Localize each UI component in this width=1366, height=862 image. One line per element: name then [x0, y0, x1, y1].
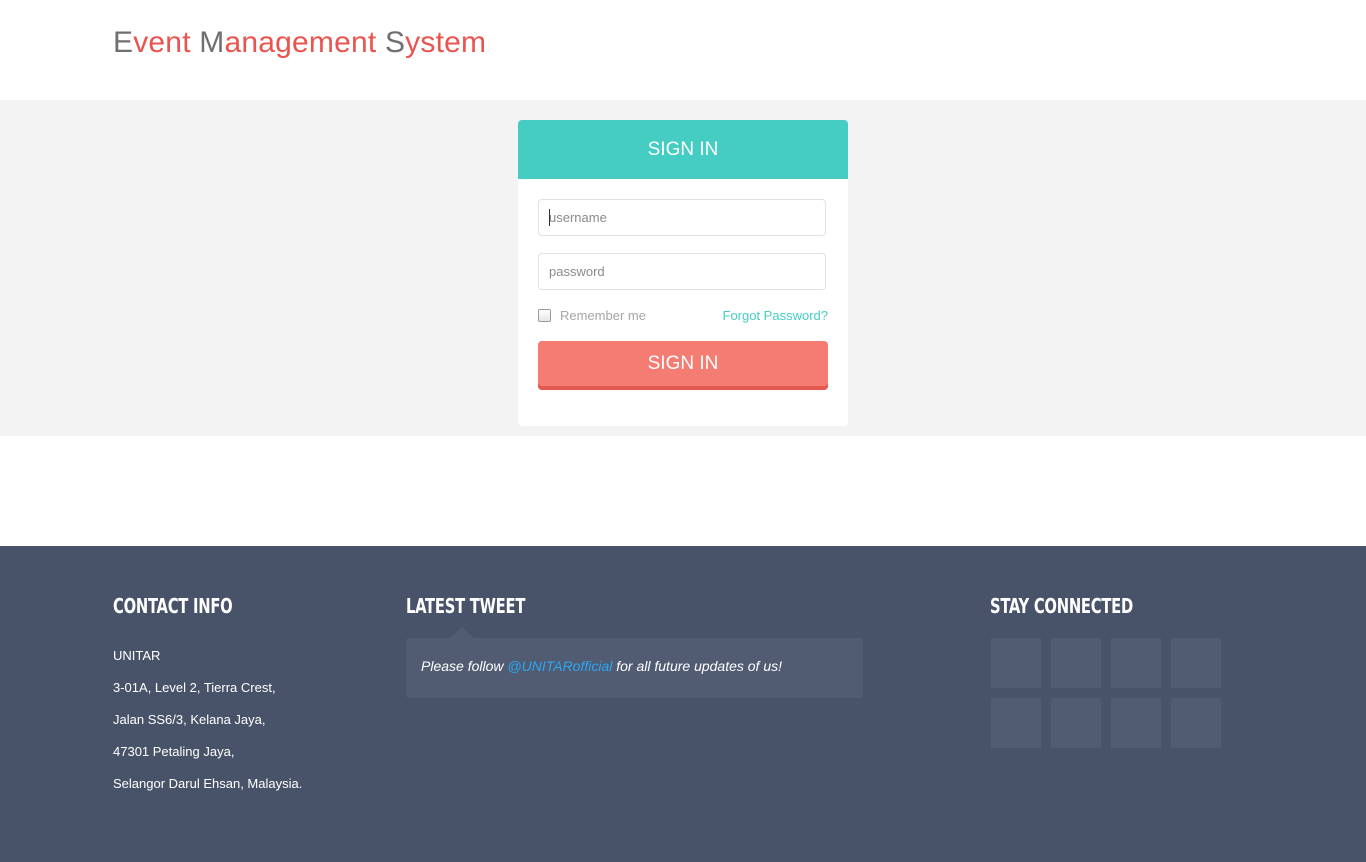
brand-initial: S	[384, 26, 406, 59]
site-header: Event Management System	[0, 0, 1366, 100]
login-heading: SIGN IN	[518, 120, 848, 179]
brand-initial: M	[199, 26, 225, 59]
login-panel: SIGN IN Remember me Forgot Password? SIG…	[518, 120, 848, 426]
password-input[interactable]	[538, 253, 826, 290]
social-link-tile[interactable]	[991, 638, 1041, 688]
contact-line: Selangor Darul Ehsan, Malaysia.	[113, 776, 303, 791]
brand-word-rest: ystem	[405, 26, 487, 59]
latest-tweet-heading: LATEST TWEET	[406, 594, 526, 618]
social-link-tile[interactable]	[991, 698, 1041, 748]
remember-me-checkbox[interactable]	[538, 309, 551, 322]
social-link-tile[interactable]	[1171, 698, 1221, 748]
tweet-text-after: for all future updates of us!	[612, 658, 783, 674]
site-brand-title[interactable]: Event Management System	[113, 26, 486, 60]
tweet-handle-link[interactable]: @UNITARofficial	[507, 658, 612, 674]
login-band: SIGN IN Remember me Forgot Password? SIG…	[0, 100, 1366, 436]
social-links-grid	[991, 638, 1221, 748]
contact-line: Jalan SS6/3, Kelana Jaya,	[113, 712, 266, 727]
forgot-password-link[interactable]: Forgot Password?	[723, 308, 829, 323]
brand-initial: E	[113, 26, 134, 59]
brand-word-rest: vent	[133, 26, 191, 59]
social-link-tile[interactable]	[1171, 638, 1221, 688]
social-link-tile[interactable]	[1051, 638, 1101, 688]
brand-word-rest: anagement	[224, 26, 377, 59]
contact-info-heading: CONTACT INFO	[113, 594, 233, 618]
contact-line: 3-01A, Level 2, Tierra Crest,	[113, 680, 276, 695]
social-link-tile[interactable]	[1111, 638, 1161, 688]
sign-in-button[interactable]: SIGN IN	[538, 341, 828, 390]
contact-line: UNITAR	[113, 648, 161, 663]
remember-me-label: Remember me	[560, 308, 646, 323]
site-footer: CONTACT INFO UNITAR 3-01A, Level 2, Tier…	[0, 546, 1366, 862]
social-link-tile[interactable]	[1051, 698, 1101, 748]
stay-connected-heading: STAY CONNECTED	[990, 594, 1134, 618]
content-spacer	[0, 436, 1366, 546]
text-cursor	[549, 209, 550, 226]
contact-line: 47301 Petaling Jaya,	[113, 744, 235, 759]
username-input[interactable]	[538, 199, 826, 236]
contact-info-address: UNITAR 3-01A, Level 2, Tierra Crest, Jal…	[113, 640, 302, 800]
social-link-tile[interactable]	[1111, 698, 1161, 748]
tweet-text: Please follow @UNITARofficial for all fu…	[421, 658, 782, 674]
remember-me-control[interactable]: Remember me	[538, 308, 646, 323]
tweet-text-before: Please follow	[421, 658, 508, 674]
tweet-card: Please follow @UNITARofficial for all fu…	[406, 627, 863, 698]
